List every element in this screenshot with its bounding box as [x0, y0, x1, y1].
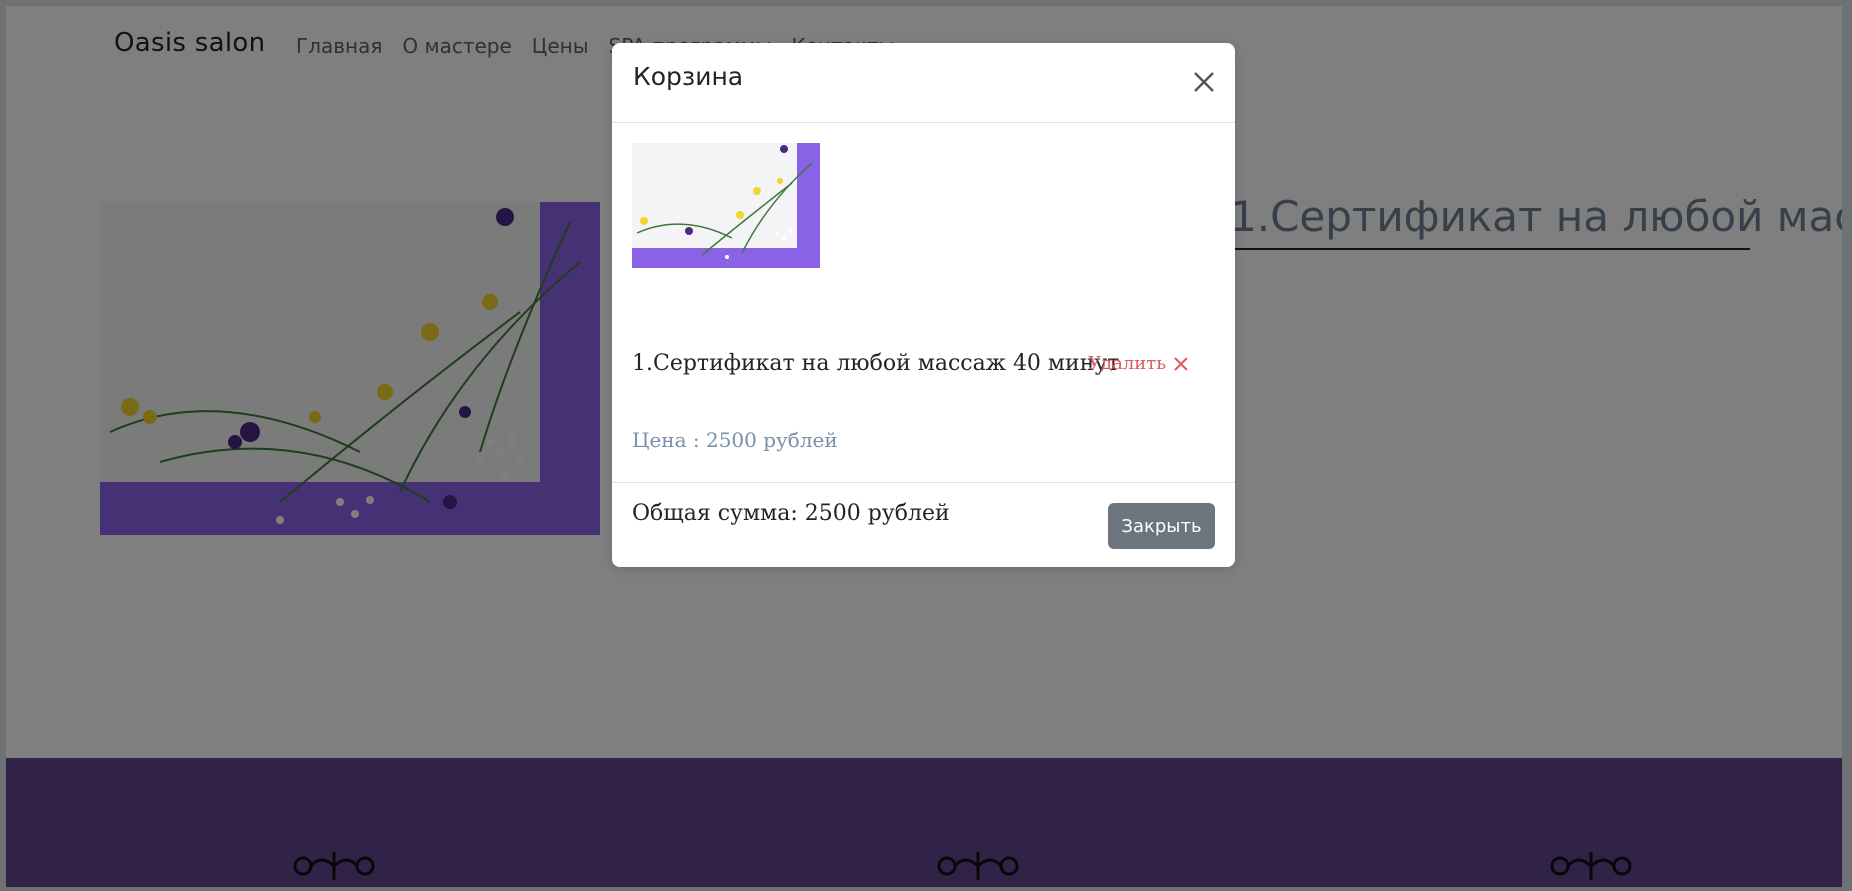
remove-item-button[interactable]: Удалить — [1088, 353, 1190, 374]
cart-item-name: 1.Сертификат на любой массаж 40 минут — [632, 351, 1120, 376]
modal-title: Корзина — [633, 62, 744, 91]
modal-body: 1.Сертификат на любой массаж 40 минут Уд… — [612, 123, 1235, 526]
cart-modal: Корзина 1.Сертификат на любой массаж 40 … — [612, 43, 1235, 567]
remove-label: Удалить — [1088, 353, 1167, 374]
remove-x-icon — [1174, 356, 1188, 371]
close-button[interactable]: Закрыть — [1108, 503, 1215, 549]
close-icon[interactable] — [1189, 67, 1219, 97]
cart-item-price: Цена : 2500 рублей — [632, 428, 838, 452]
cart-item-thumbnail — [632, 143, 820, 268]
modal-footer: Закрыть — [612, 483, 1235, 567]
modal-header: Корзина — [612, 43, 1235, 123]
